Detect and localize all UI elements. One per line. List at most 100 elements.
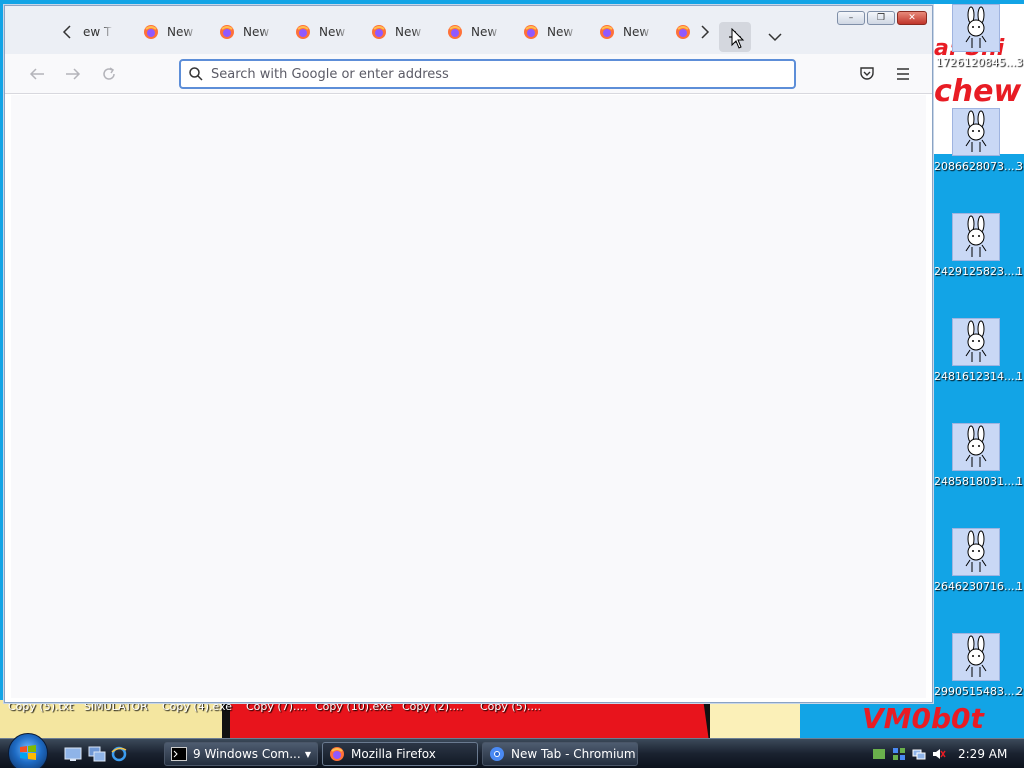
desktop-icon[interactable]: 2086628073.... (934, 108, 1018, 173)
desktop-icon-label: 2481612314.... (934, 370, 1018, 383)
command-prompt-icon (171, 747, 187, 761)
tray-app-icon[interactable] (872, 747, 886, 761)
caret-down-icon: ▼ (304, 749, 311, 759)
switch-windows-icon[interactable] (88, 746, 106, 762)
internet-explorer-icon[interactable] (110, 746, 128, 762)
desktop-edge-label: 1 (1016, 265, 1023, 278)
reload-icon (103, 67, 115, 80)
tab[interactable]: New T (131, 18, 207, 46)
windows-logo-icon (20, 745, 36, 760)
wallpaper-yellow-right (710, 700, 800, 738)
desktop-icon-label: 2086628073.... (934, 160, 1018, 173)
scroll-tabs-right-button[interactable] (693, 18, 717, 46)
desktop-edge-label: 3 (1016, 160, 1023, 173)
tab[interactable]: New T (283, 18, 359, 46)
arrow-left-icon (29, 68, 44, 80)
pocket-button[interactable] (857, 64, 877, 84)
chromium-icon (490, 747, 504, 761)
system-tray: 2:29 AM (872, 742, 1024, 766)
tab[interactable]: New T (511, 18, 587, 46)
start-button[interactable] (8, 733, 48, 768)
pocket-icon (860, 67, 874, 80)
nav-bar (5, 54, 932, 94)
list-all-tabs-button[interactable] (763, 22, 787, 52)
desktop-icon-label: 2429125823.... (934, 265, 1018, 278)
firefox-icon (524, 25, 538, 39)
taskbar-item-command-prompt[interactable]: 9 Windows Com... ▼ (164, 742, 318, 766)
minimize-button[interactable]: – (837, 11, 865, 25)
firefox-icon (220, 25, 234, 39)
tab-label: ew T (83, 25, 112, 39)
title-bar: ew T New T New T New T New T New T (5, 6, 932, 54)
firefox-icon (372, 25, 386, 39)
address-bar[interactable] (179, 59, 796, 89)
page-content[interactable] (11, 95, 926, 698)
back-button[interactable] (23, 62, 51, 86)
address-input[interactable] (211, 66, 771, 82)
firefox-icon (676, 25, 690, 39)
tab-label: New T (243, 25, 273, 39)
bunny-image-icon (952, 528, 1000, 576)
tab-label: New T (471, 25, 501, 39)
desktop-icon[interactable]: 2429125823.... (934, 213, 1018, 278)
taskbar-item-label: New Tab - Chromium (511, 747, 636, 761)
bunny-image-icon (952, 423, 1000, 471)
desktop-icon-label: 2646230716.... (934, 580, 1018, 593)
desktop-icon[interactable]: 1726120845... (934, 4, 1018, 69)
show-desktop-icon[interactable] (64, 746, 82, 762)
search-icon (181, 61, 211, 87)
desktop-icon[interactable]: 2990515483.... (934, 633, 1018, 698)
mouse-cursor-icon (731, 28, 745, 49)
tab[interactable]: New T (587, 18, 663, 46)
taskbar: 9 Windows Com... ▼ Mozilla Firefox New T… (0, 733, 1024, 768)
firefox-icon (600, 25, 614, 39)
tab[interactable]: ew T (79, 18, 131, 46)
desktop-edge-label: 1 (1016, 475, 1023, 488)
desktop-icon[interactable]: 2485818031.... (934, 423, 1018, 488)
forward-button[interactable] (59, 62, 87, 86)
firefox-icon (144, 25, 158, 39)
desktop-icon[interactable]: 2481612314.... (934, 318, 1018, 383)
tab[interactable]: New T (435, 18, 511, 46)
tab[interactable]: New T (359, 18, 435, 46)
wallpaper-text-chew: chew (934, 74, 1022, 109)
restore-button[interactable]: ❐ (867, 11, 895, 25)
close-button[interactable]: ✕ (897, 11, 927, 25)
window-controls: – ❐ ✕ (837, 11, 927, 25)
tab-label: New T (623, 25, 653, 39)
bunny-image-icon (952, 213, 1000, 261)
tab[interactable]: New T (207, 18, 283, 46)
bunny-image-icon (952, 4, 1000, 52)
firefox-icon (330, 747, 344, 761)
tab-label: New T (547, 25, 577, 39)
app-menu-button[interactable] (893, 64, 913, 84)
desktop-edge-label: 1 (1016, 580, 1023, 593)
tab-label: New T (395, 25, 425, 39)
clock[interactable]: 2:29 AM (958, 747, 1007, 761)
desktop-icon-label: 1726120845... (935, 56, 1017, 69)
tray-app-icon[interactable] (892, 747, 906, 761)
tab-strip: ew T New T New T New T New T New T (55, 18, 717, 46)
chevron-right-icon (701, 25, 710, 39)
scroll-tabs-left-button[interactable] (55, 18, 79, 46)
taskbar-item-chromium[interactable]: New Tab - Chromium (482, 742, 638, 766)
tab[interactable] (663, 18, 693, 46)
firefox-icon (296, 25, 310, 39)
desktop-icon[interactable]: 2646230716.... (934, 528, 1018, 593)
taskbar-item-firefox[interactable]: Mozilla Firefox (322, 742, 478, 766)
arrow-right-icon (66, 68, 81, 80)
tab-label: New T (167, 25, 197, 39)
hamburger-menu-icon (897, 68, 909, 80)
bunny-image-icon (952, 633, 1000, 681)
tab-label: New T (319, 25, 349, 39)
desktop-edge-label: 1 (1016, 370, 1023, 383)
bunny-image-icon (952, 318, 1000, 366)
firefox-icon (448, 25, 462, 39)
network-icon[interactable] (912, 747, 926, 761)
chevron-left-icon (62, 25, 71, 39)
reload-button[interactable] (95, 62, 123, 86)
volume-muted-icon[interactable] (932, 747, 946, 761)
taskbar-item-label: Mozilla Firefox (351, 747, 436, 761)
desktop-edge-label: 3 (1016, 56, 1023, 69)
desktop-icon-label: 2485818031.... (934, 475, 1018, 488)
